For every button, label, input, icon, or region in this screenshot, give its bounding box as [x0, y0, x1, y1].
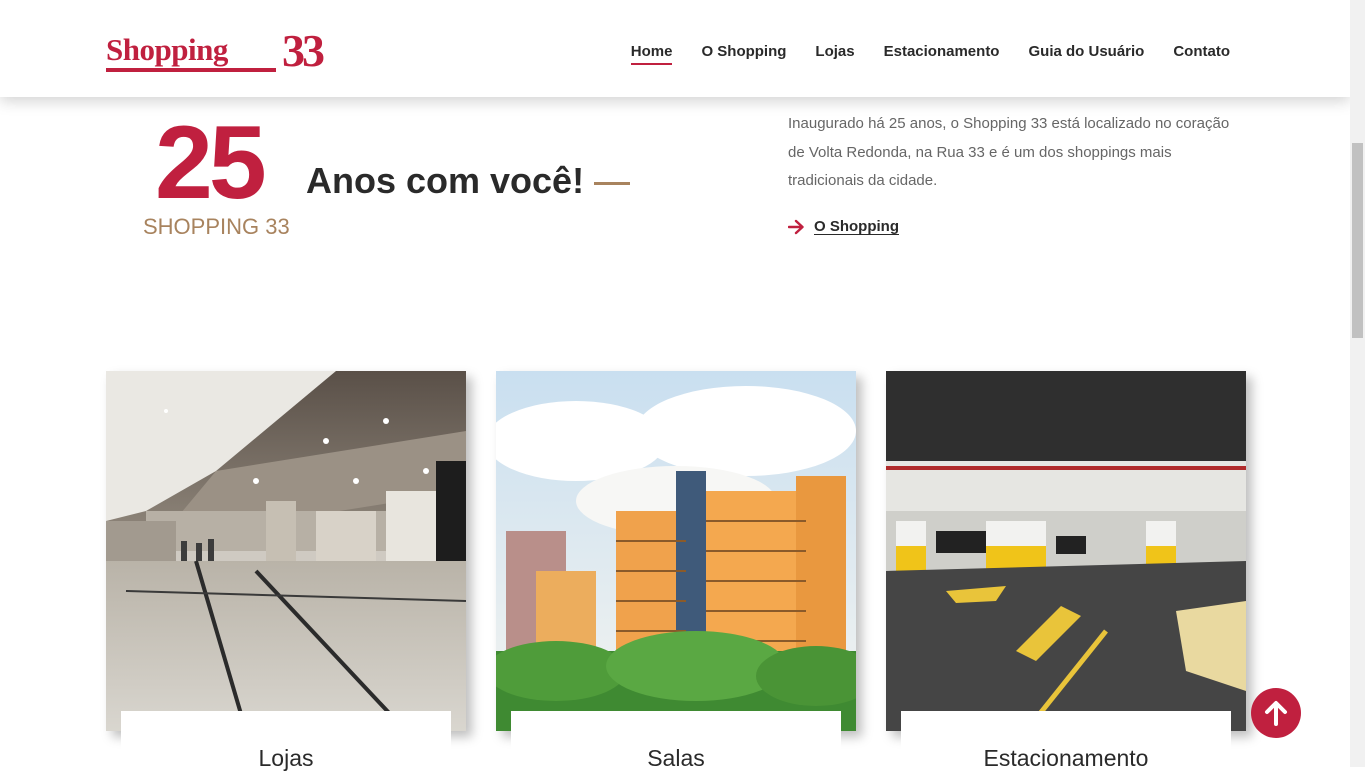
- card-salas[interactable]: Salas: [496, 371, 856, 781]
- card-title: Salas: [511, 711, 841, 781]
- card-title: Estacionamento: [901, 711, 1231, 781]
- nav-guia-do-usuario[interactable]: Guia do Usuário: [1028, 43, 1144, 65]
- nav-estacionamento[interactable]: Estacionamento: [884, 43, 1000, 65]
- o-shopping-link[interactable]: O Shopping: [788, 218, 899, 235]
- shopping33-logo[interactable]: Shopping 33: [106, 28, 348, 78]
- card-title: Lojas: [121, 711, 451, 781]
- nav-home[interactable]: Home: [630, 43, 673, 65]
- o-shopping-link-label: O Shopping: [814, 218, 899, 235]
- card-estacionamento[interactable]: Estacionamento: [886, 371, 1246, 781]
- scrollbar-thumb[interactable]: [1352, 143, 1363, 338]
- hero-headline: Anos com você!: [306, 160, 585, 201]
- years-number: 25: [155, 105, 267, 221]
- building-towers-photo: [496, 371, 856, 731]
- logo-underline: [106, 68, 276, 72]
- nav-lojas[interactable]: Lojas: [815, 43, 854, 65]
- logo-word: Shopping: [106, 32, 228, 67]
- nav-o-shopping[interactable]: O Shopping: [701, 43, 786, 65]
- back-to-top-button[interactable]: [1251, 688, 1301, 738]
- arrow-up-icon: [1265, 701, 1287, 726]
- nav-contato[interactable]: Contato: [1173, 43, 1230, 65]
- parking-garage-photo: [886, 371, 1246, 731]
- logo-number: 33: [282, 25, 325, 76]
- page-scrollbar[interactable]: [1350, 0, 1365, 767]
- card-lojas[interactable]: Lojas: [106, 371, 466, 781]
- intro-text: Inaugurado há 25 anos, o Shopping 33 est…: [788, 115, 1230, 189]
- main-nav: Home O Shopping Lojas Estacionamento Gui…: [630, 43, 1230, 65]
- mall-interior-photo: [106, 371, 466, 731]
- years-caption: SHOPPING 33: [143, 214, 290, 239]
- site-header: Shopping 33 Home O Shopping Lojas Estaci…: [0, 0, 1350, 97]
- headline-dash: [594, 182, 630, 185]
- arrow-right-icon: [788, 219, 804, 234]
